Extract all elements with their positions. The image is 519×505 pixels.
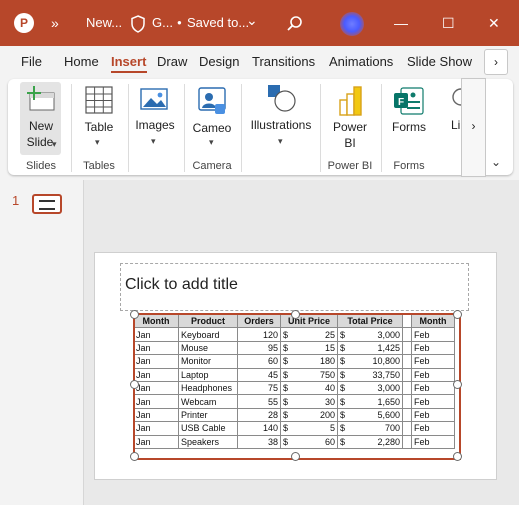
tab-transitions[interactable]: Transitions [252, 46, 315, 76]
table-button[interactable]: Table [80, 120, 118, 134]
tab-design[interactable]: Design [199, 46, 239, 76]
forms-icon[interactable]: F [393, 86, 425, 121]
title-bar: P » New... G... ● Saved to... ⌄ — ☐ ✕ [0, 0, 519, 46]
images-button[interactable]: Images [134, 118, 176, 132]
tab-animations[interactable]: Animations [329, 46, 393, 76]
images-chevron-icon: ▾ [151, 136, 156, 146]
resize-handle-left[interactable] [130, 380, 139, 389]
sensitivity-shield-icon[interactable] [130, 0, 146, 46]
ribbon-divider [241, 84, 242, 172]
illustrations-button[interactable]: Illustrations [248, 118, 314, 132]
status-dot-icon: ● [177, 18, 182, 27]
resize-handle-bottom-left[interactable] [130, 452, 139, 461]
ribbon-tabs: File Home Insert Draw Design Transitions… [0, 46, 519, 76]
resize-handle-bottom[interactable] [291, 452, 300, 461]
thumbnail-table-icon [39, 200, 55, 210]
power-bi-icon[interactable] [338, 86, 364, 121]
tab-draw[interactable]: Draw [157, 46, 187, 76]
new-slide-label-1: New [28, 119, 53, 133]
powerpoint-logo-icon[interactable]: P [14, 13, 34, 33]
ribbon-divider [128, 84, 129, 172]
tab-home[interactable]: Home [64, 46, 99, 76]
table-chevron-icon: ▾ [95, 137, 100, 147]
table-selection-frame [133, 313, 461, 460]
sensitivity-label[interactable]: G... [152, 0, 173, 46]
new-slide-chevron-icon: ▾ [52, 139, 57, 149]
tabs-scroll-right-button[interactable]: › [484, 49, 508, 75]
user-avatar[interactable] [340, 12, 364, 36]
svg-text:F: F [398, 97, 404, 108]
slide-number: 1 [12, 193, 20, 208]
cameo-button[interactable]: Cameo [190, 121, 234, 135]
ribbon-divider [71, 84, 72, 172]
power-bi-button[interactable]: Power [331, 120, 369, 134]
illustrations-chevron-icon: ▾ [278, 136, 283, 146]
resize-handle-top-right[interactable] [453, 310, 462, 319]
resize-handle-top-left[interactable] [130, 310, 139, 319]
cameo-chevron-icon: ▾ [209, 137, 214, 147]
save-status-chevron-icon[interactable]: ⌄ [246, 0, 258, 43]
tab-file[interactable]: File [21, 46, 42, 76]
slide-thumbnail[interactable] [32, 194, 62, 214]
ribbon-collapse-chevron-icon[interactable]: ⌄ [491, 155, 501, 169]
table-icon[interactable] [85, 86, 113, 119]
save-status[interactable]: Saved to... [187, 0, 249, 46]
group-label-power-bi: Power BI [327, 160, 373, 172]
forms-button[interactable]: Forms [390, 120, 428, 134]
group-label-tables: Tables [83, 160, 115, 172]
ribbon-scroll-right-button[interactable]: › [461, 78, 486, 177]
new-slide-icon [26, 86, 56, 117]
group-label-forms: Forms [393, 160, 425, 172]
minimize-button[interactable]: — [394, 0, 408, 46]
search-icon[interactable] [286, 0, 304, 46]
tab-slide-show[interactable]: Slide Show [407, 46, 472, 76]
maximize-button[interactable]: ☐ [442, 0, 455, 46]
group-label-camera: Camera [192, 160, 232, 172]
ribbon-divider [320, 84, 321, 172]
title-placeholder-text: Click to add title [125, 276, 238, 293]
more-commands-button[interactable]: » [51, 0, 59, 46]
images-icon[interactable] [140, 88, 168, 117]
power-bi-button-line-2: BI [344, 136, 356, 150]
resize-handle-right[interactable] [453, 380, 462, 389]
cameo-icon[interactable] [198, 87, 226, 120]
slides-pane [0, 180, 84, 505]
resize-handle-top[interactable] [291, 310, 300, 319]
active-tab-indicator [111, 71, 147, 73]
resize-handle-bottom-right[interactable] [453, 452, 462, 461]
illustrations-icon[interactable] [266, 83, 298, 118]
document-name[interactable]: New... [86, 0, 122, 46]
ribbon-divider [381, 84, 382, 172]
group-label-slides: Slides [26, 160, 56, 172]
ribbon-divider [184, 84, 185, 172]
close-button[interactable]: ✕ [488, 0, 500, 46]
links-button[interactable]: Li [451, 118, 461, 132]
